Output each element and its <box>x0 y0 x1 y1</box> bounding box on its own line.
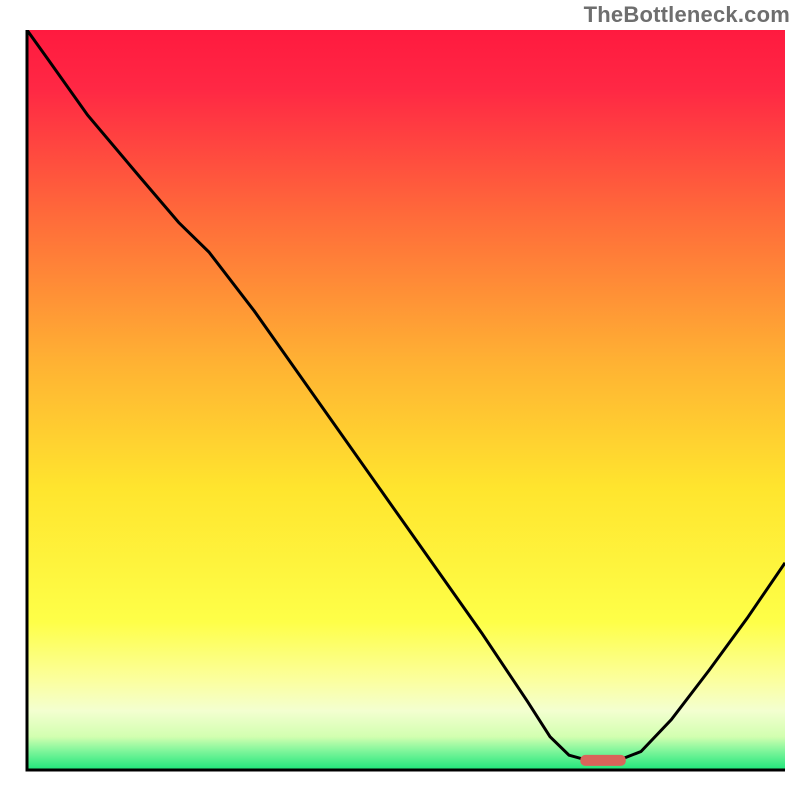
highlight-marker <box>580 755 626 766</box>
attribution-label: TheBottleneck.com <box>584 2 790 28</box>
bottleneck-chart <box>15 30 785 785</box>
plot-background <box>27 30 785 770</box>
chart-frame: TheBottleneck.com <box>0 0 800 800</box>
